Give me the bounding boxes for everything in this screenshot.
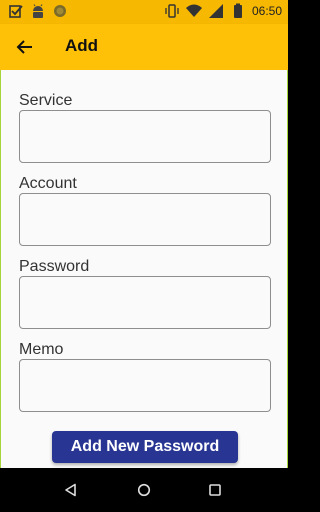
home-circle-icon [137,483,151,497]
service-input[interactable] [19,110,271,163]
status-time: 06:50 [251,4,282,18]
status-bar: 06:50 [0,0,288,24]
page-title: Add [65,36,99,55]
nav-recents-button[interactable] [205,480,225,500]
account-label: Account [19,175,77,192]
checkbox-notification-icon [8,3,24,19]
app-bar: Add [0,24,288,70]
password-input[interactable] [19,276,271,329]
circle-notification-icon [52,3,68,19]
nav-back-button[interactable] [61,480,81,500]
password-label: Password [19,258,90,275]
signal-icon [208,3,224,19]
vibrate-icon [164,3,180,19]
form-container: Service Account Password Memo Add New Pa… [0,70,288,468]
android-icon [30,3,46,19]
recents-square-icon [209,484,221,496]
navigation-bar [0,468,288,512]
account-input[interactable] [19,193,271,246]
add-new-password-button[interactable]: Add New Password [52,431,238,463]
memo-label: Memo [19,341,64,358]
memo-input[interactable] [19,359,271,412]
back-button[interactable] [12,34,38,60]
back-triangle-icon [65,483,76,497]
service-label: Service [19,92,73,109]
wifi-icon [185,3,202,19]
nav-home-button[interactable] [134,480,154,500]
arrow-back-icon [16,40,32,54]
battery-icon [230,3,246,19]
